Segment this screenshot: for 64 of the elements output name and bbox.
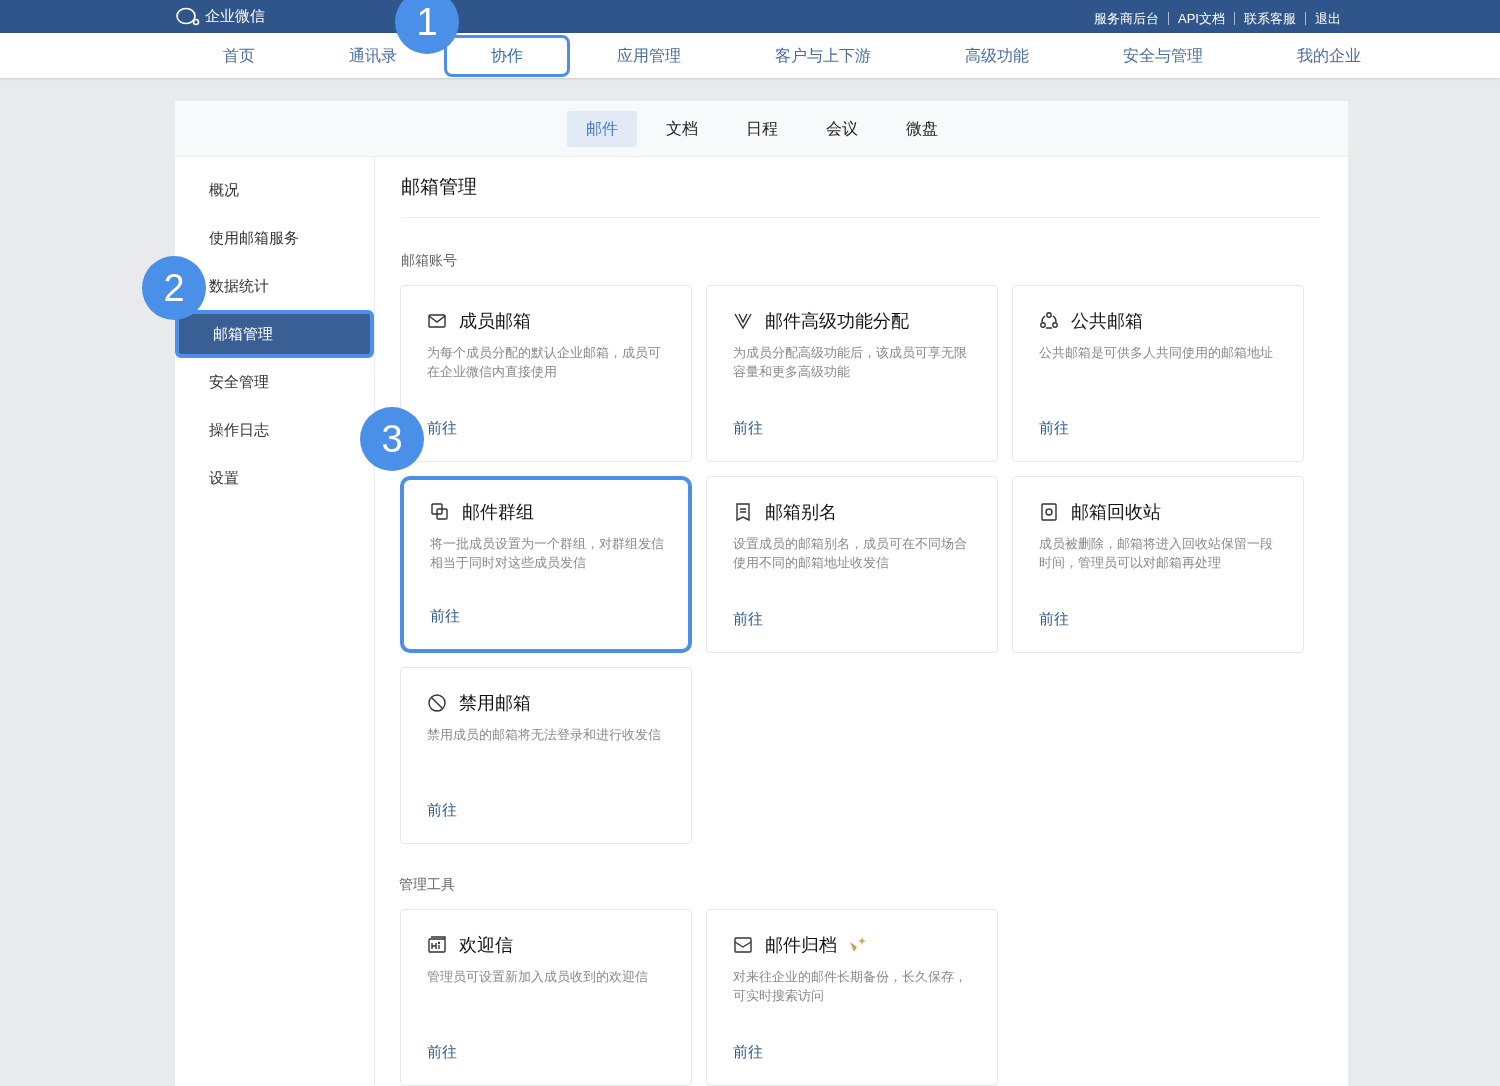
bookmark-icon — [733, 502, 753, 522]
card-description: 公共邮箱是可供多人共同使用的邮箱地址 — [1039, 344, 1274, 362]
section-title: 邮箱账号 — [401, 251, 458, 270]
header-link[interactable]: 联系客服 — [1234, 12, 1305, 25]
card-title: 公共邮箱 — [1071, 309, 1143, 333]
section-title: 管理工具 — [399, 875, 456, 894]
card-description: 为成员分配高级功能后，该成员可享无限容量和更多高级功能 — [733, 344, 968, 381]
logo-icon — [175, 6, 201, 27]
sidebar-item[interactable]: 操作日志 — [209, 418, 269, 442]
card-title: 欢迎信 — [459, 933, 513, 957]
sidebar-item[interactable]: 安全管理 — [209, 370, 269, 394]
nav-tab[interactable]: 应用管理 — [570, 34, 728, 77]
step-number-badge: 2 — [142, 256, 206, 320]
go-link[interactable]: 前往 — [733, 1040, 763, 1063]
envelope-icon — [427, 311, 447, 331]
sub-tab[interactable]: 会议 — [806, 110, 877, 147]
go-link[interactable]: 前往 — [430, 604, 460, 627]
sub-tab[interactable]: 微盘 — [886, 110, 957, 147]
card-title: 邮件归档 — [765, 933, 837, 957]
sub-tab[interactable]: 邮件 — [566, 110, 637, 147]
card-description: 对来往企业的邮件长期备份，长久保存，可实时搜索访问 — [733, 968, 968, 1005]
v-icon — [733, 311, 753, 331]
nav-tab[interactable]: 客户与上下游 — [728, 34, 918, 77]
go-link[interactable]: 前往 — [733, 416, 763, 439]
card-description: 管理员可设置新加入成员收到的欢迎信 — [427, 968, 649, 986]
go-link[interactable]: 前往 — [427, 798, 457, 821]
card-title: 成员邮箱 — [459, 309, 531, 333]
card-description: 将一批成员设置为一个群组，对群组发信相当于同时对这些成员发信 — [430, 535, 665, 572]
go-link[interactable]: 前往 — [1039, 416, 1069, 439]
sidebar-item[interactable]: 邮箱管理 — [175, 310, 374, 358]
sidebar-item[interactable]: 数据统计 — [209, 274, 269, 298]
hi-card-icon — [427, 935, 447, 955]
go-link[interactable]: 前往 — [1039, 607, 1069, 630]
sidebar-item[interactable]: 设置 — [209, 466, 239, 490]
card-title: 禁用邮箱 — [459, 691, 531, 715]
people-icon — [1039, 311, 1059, 331]
header-link[interactable]: 退出 — [1305, 12, 1350, 25]
card-title: 邮箱别名 — [765, 500, 837, 524]
card-description: 为每个成员分配的默认企业邮箱，成员可在企业微信内直接使用 — [427, 344, 662, 381]
go-link[interactable]: 前往 — [427, 1040, 457, 1063]
header-link[interactable]: API文档 — [1168, 12, 1234, 25]
card-description: 成员被删除，邮箱将进入回收站保留一段时间，管理员可以对邮箱再处理 — [1039, 535, 1274, 572]
nav-tab[interactable]: 我的企业 — [1250, 34, 1408, 77]
envelope-icon — [733, 935, 753, 955]
sidebar-item[interactable]: 使用邮箱服务 — [209, 226, 299, 250]
nav-tab[interactable]: 首页 — [176, 34, 302, 77]
go-link[interactable]: 前往 — [733, 607, 763, 630]
card-title: 邮件群组 — [462, 500, 534, 524]
overlap-squares-icon — [430, 502, 450, 522]
nav-tab[interactable]: 高级功能 — [918, 34, 1076, 77]
sidebar-item[interactable]: 概况 — [209, 178, 239, 202]
card-title: 邮箱回收站 — [1071, 500, 1161, 524]
card-description: 设置成员的邮箱别名，成员可在不同场合使用不同的邮箱地址收发信 — [733, 535, 968, 572]
logo-text: 企业微信 — [205, 6, 265, 27]
ban-icon — [427, 693, 447, 713]
go-link[interactable]: 前往 — [427, 416, 457, 439]
nav-tab[interactable]: 安全与管理 — [1076, 34, 1250, 77]
card-description: 禁用成员的邮箱将无法登录和进行收发信 — [427, 726, 662, 744]
sub-tab[interactable]: 日程 — [726, 110, 797, 147]
sub-tab[interactable]: 文档 — [646, 110, 717, 147]
bin-icon — [1039, 502, 1059, 522]
page-title: 邮箱管理 — [401, 157, 1320, 218]
header-link[interactable]: 服务商后台 — [1085, 12, 1169, 25]
card-title: 邮件高级功能分配 — [765, 309, 909, 333]
